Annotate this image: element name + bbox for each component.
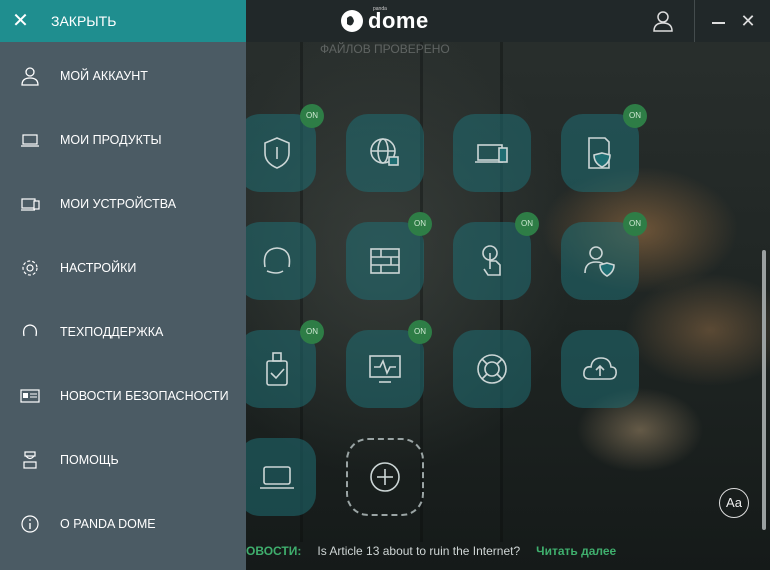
gear-icon — [22, 260, 38, 276]
menu-label: НОВОСТИ БЕЗОПАСНОСТИ — [60, 389, 229, 403]
title-bar: ✕ ЗАКРЫТЬ dome panda ✕ — [0, 0, 770, 42]
globe-lock-icon — [370, 138, 399, 166]
minimize-button[interactable] — [712, 18, 726, 28]
headset-icon — [22, 324, 38, 337]
close-icon: ✕ — [12, 10, 29, 32]
menu-item-devices[interactable]: МОИ УСТРОЙСТВА — [0, 172, 246, 236]
tile-antivirus[interactable]: ON — [238, 104, 324, 192]
document-shield-icon — [588, 137, 611, 169]
close-menu-label[interactable]: ЗАКРЫТЬ — [41, 0, 246, 42]
on-badge: ON — [408, 212, 432, 236]
close-menu-button[interactable]: ✕ — [0, 0, 41, 42]
tile-add[interactable] — [346, 438, 424, 516]
usb-check-icon — [266, 352, 288, 386]
news-bar: ОВОСТИ: Is Article 13 about to ruin the … — [246, 540, 616, 562]
tile-rescue-kit[interactable] — [453, 330, 531, 408]
hand-touch-icon — [482, 245, 501, 276]
menu-label: ПОМОЩЬ — [60, 453, 119, 467]
window-close-button[interactable]: ✕ — [739, 11, 757, 31]
menu-label: МОИ УСТРОЙСТВА — [60, 197, 177, 211]
lifebuoy-icon — [477, 354, 507, 384]
help-icon — [23, 451, 37, 469]
firewall-icon — [370, 248, 400, 274]
menu-label: НАСТРОЙКИ — [60, 261, 137, 275]
on-badge: ON — [623, 212, 647, 236]
on-badge: ON — [515, 212, 539, 236]
plus-circle-icon — [370, 462, 400, 492]
info-icon — [21, 515, 39, 533]
on-badge: ON — [623, 104, 647, 128]
headset-icon — [263, 247, 291, 274]
menu-item-support[interactable]: ТЕХПОДДЕРЖКА — [0, 300, 246, 364]
on-badge: ON — [408, 320, 432, 344]
user-icon[interactable] — [652, 10, 674, 32]
tile-vpn[interactable] — [238, 438, 316, 516]
tile-web-protection[interactable] — [346, 114, 424, 192]
menu-item-settings[interactable]: НАСТРОЙКИ — [0, 236, 246, 300]
tile-parental-control[interactable]: ON — [561, 212, 647, 300]
tile-firewall[interactable]: ON — [346, 212, 432, 300]
news-read-more-link[interactable]: Читать далее — [536, 544, 616, 558]
menu-item-products[interactable]: МОИ ПРОДУКТЫ — [0, 108, 246, 172]
news-icon — [20, 389, 40, 403]
monitor-pulse-icon — [369, 355, 401, 383]
side-menu: МОЙ АККАУНТ МОИ ПРОДУКТЫ МОИ УСТРОЙСТВА … — [0, 42, 246, 570]
menu-label: О PANDA DOME — [60, 517, 156, 531]
menu-label: МОЙ АККАУНТ — [60, 69, 148, 83]
menu-item-news[interactable]: НОВОСТИ БЕЗОПАСНОСТИ — [0, 364, 246, 428]
menu-label: ТЕХПОДДЕРЖКА — [60, 325, 164, 339]
menu-item-account[interactable]: МОЙ АККАУНТ — [0, 44, 246, 108]
panda-logo-icon — [341, 10, 363, 32]
font-size-button[interactable]: Aa — [719, 488, 749, 518]
menu-item-help[interactable]: ПОМОЩЬ — [0, 428, 246, 492]
tile-wifi-protection[interactable]: ON — [453, 212, 539, 300]
laptop-phone-icon — [475, 144, 508, 163]
user-icon — [21, 67, 39, 86]
tile-devices[interactable] — [453, 114, 531, 192]
tile-usb-protection[interactable]: ON — [238, 320, 324, 408]
laptop-icon — [21, 134, 39, 147]
laptop-icon — [260, 466, 294, 489]
tile-process-monitor[interactable]: ON — [346, 320, 432, 408]
shield-icon — [264, 137, 290, 169]
tile-support[interactable] — [238, 222, 316, 300]
menu-label: МОИ ПРОДУКТЫ — [60, 133, 162, 147]
news-label: ОВОСТИ: — [246, 544, 302, 558]
cloud-upload-icon — [583, 357, 617, 380]
divider — [694, 0, 695, 42]
on-badge: ON — [300, 104, 324, 128]
tile-data-shield[interactable]: ON — [561, 104, 647, 192]
devices-icon — [21, 198, 40, 211]
user-shield-icon — [584, 246, 615, 277]
menu-item-about[interactable]: О PANDA DOME — [0, 492, 246, 556]
news-title[interactable]: Is Article 13 about to ruin the Internet… — [317, 544, 520, 558]
tile-cloud-backup[interactable] — [561, 330, 639, 408]
scrollbar[interactable] — [762, 250, 766, 530]
on-badge: ON — [300, 320, 324, 344]
files-scanned-label: ФАЙЛОВ ПРОВЕРЕНО — [320, 42, 450, 56]
logo-brand: panda — [373, 6, 387, 12]
